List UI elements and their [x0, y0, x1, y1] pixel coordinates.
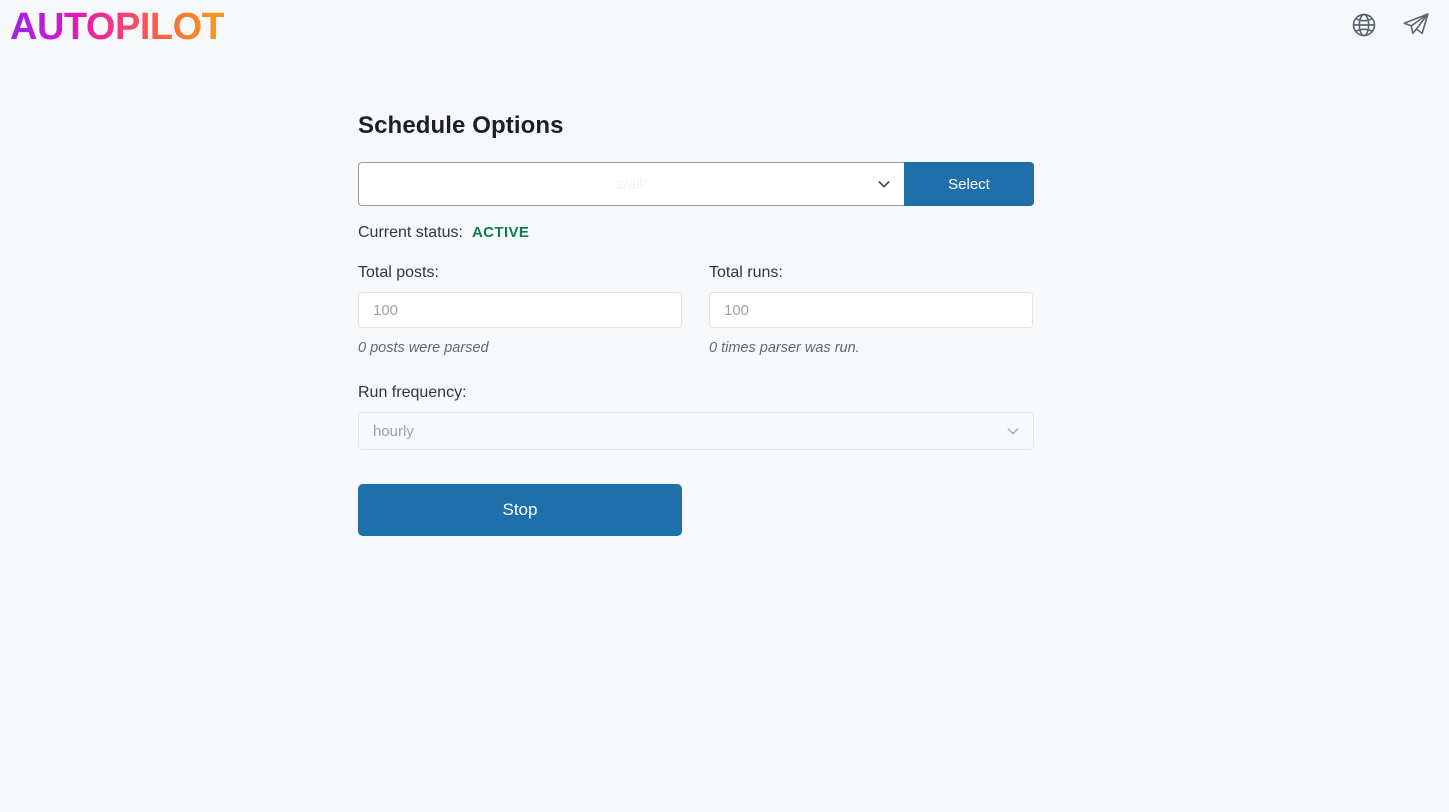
page-title: Schedule Options — [358, 112, 564, 139]
source-select-row: s/all/ Select — [358, 162, 1034, 206]
app-logo: AUTOPILOT — [10, 6, 225, 48]
total-posts-label: Total posts: — [358, 264, 439, 281]
total-posts-group: Total posts: 0 posts were parsed — [358, 264, 682, 356]
total-posts-input[interactable] — [358, 292, 682, 328]
status-badge: ACTIVE — [471, 224, 530, 241]
total-posts-hint: 0 posts were parsed — [358, 340, 489, 356]
app-header: AUTOPILOT — [0, 0, 1449, 56]
run-frequency-label: Run frequency: — [358, 384, 467, 401]
source-select-value: s/all/ — [616, 175, 647, 193]
total-runs-hint: 0 times parser was run. — [709, 340, 860, 356]
schedule-options-form: Schedule Options s/all/ Select Current s… — [358, 112, 1034, 536]
run-frequency-value: hourly — [373, 422, 414, 440]
chevron-down-icon — [1005, 423, 1021, 439]
total-runs-group: Total runs: 0 times parser was run. — [709, 264, 1033, 356]
total-runs-label: Total runs: — [709, 264, 783, 281]
total-runs-input[interactable] — [709, 292, 1033, 328]
select-button[interactable]: Select — [904, 162, 1034, 206]
stop-button[interactable]: Stop — [358, 484, 682, 536]
status-row: Current status: ACTIVE — [358, 224, 1034, 242]
globe-icon[interactable] — [1347, 8, 1381, 42]
status-label: Current status: — [358, 224, 463, 241]
source-select[interactable]: s/all/ — [358, 162, 904, 206]
telegram-icon[interactable] — [1399, 8, 1433, 42]
counters-row: Total posts: 0 posts were parsed Total r… — [358, 264, 1034, 356]
header-icon-group — [1347, 8, 1433, 42]
run-frequency-select[interactable]: hourly — [358, 412, 1034, 450]
